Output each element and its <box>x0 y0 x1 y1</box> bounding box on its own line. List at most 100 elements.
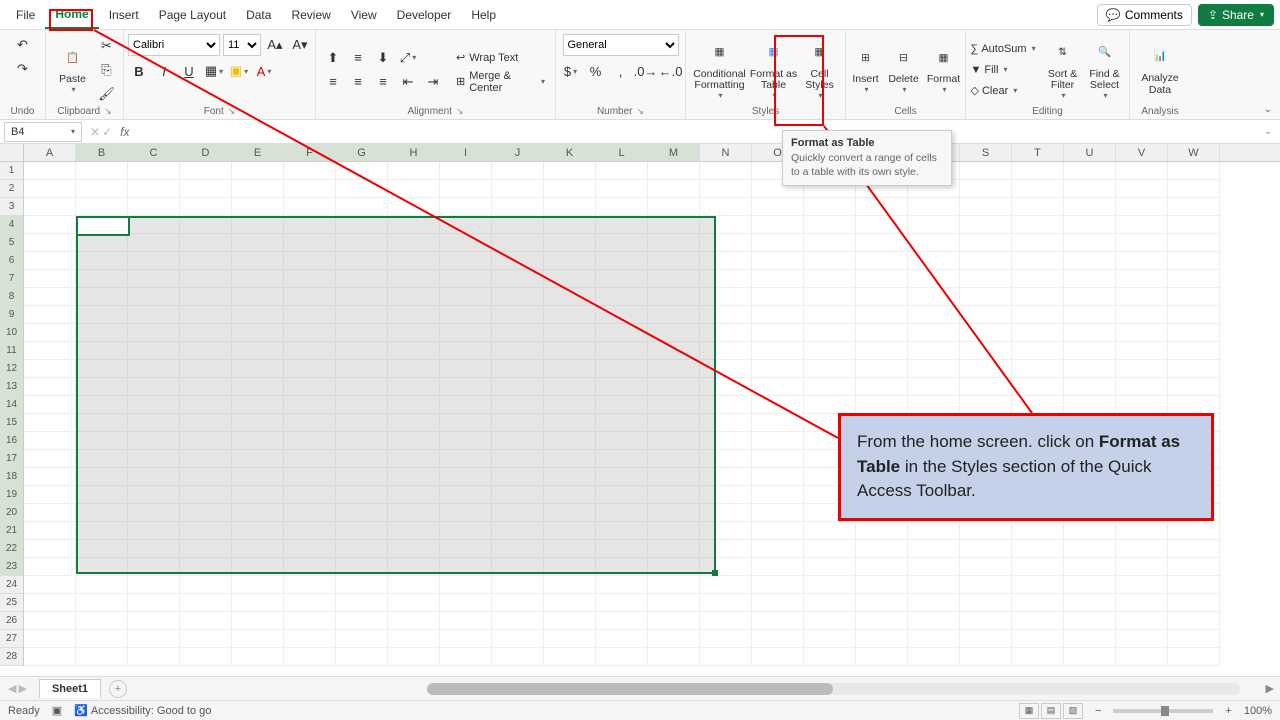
cell[interactable] <box>388 576 440 594</box>
cell[interactable] <box>752 558 804 576</box>
cell[interactable] <box>752 342 804 360</box>
orientation-button[interactable]: ⤢▾ <box>397 47 419 69</box>
cell[interactable] <box>1064 342 1116 360</box>
cell[interactable] <box>1012 270 1064 288</box>
cell[interactable] <box>1168 612 1220 630</box>
currency-button[interactable]: $▾ <box>560 60 582 82</box>
cell[interactable] <box>856 630 908 648</box>
cell[interactable] <box>544 162 596 180</box>
cell[interactable] <box>492 648 544 666</box>
cell[interactable] <box>908 594 960 612</box>
cell[interactable] <box>1116 270 1168 288</box>
cell[interactable] <box>1116 360 1168 378</box>
tab-file[interactable]: File <box>6 2 45 28</box>
normal-view-button[interactable]: ▦ <box>1019 703 1039 719</box>
cell[interactable] <box>1064 558 1116 576</box>
cell[interactable] <box>1012 198 1064 216</box>
column-header[interactable]: E <box>232 144 284 161</box>
cell[interactable] <box>1116 288 1168 306</box>
cell[interactable] <box>1168 198 1220 216</box>
cell[interactable] <box>24 450 76 468</box>
row-header[interactable]: 9 <box>0 306 23 324</box>
cell[interactable] <box>804 522 856 540</box>
zoom-slider[interactable] <box>1113 709 1213 713</box>
cell[interactable] <box>752 594 804 612</box>
cell[interactable] <box>544 612 596 630</box>
cell[interactable] <box>544 594 596 612</box>
cell[interactable] <box>1012 306 1064 324</box>
row-header[interactable]: 23 <box>0 558 23 576</box>
cell[interactable] <box>76 594 128 612</box>
zoom-level[interactable]: 100% <box>1244 705 1272 717</box>
cell[interactable] <box>1116 522 1168 540</box>
column-header[interactable]: B <box>76 144 128 161</box>
cell[interactable] <box>960 612 1012 630</box>
row-header[interactable]: 7 <box>0 270 23 288</box>
cell[interactable] <box>544 198 596 216</box>
cell[interactable] <box>1116 594 1168 612</box>
decrease-font-button[interactable]: A▾ <box>289 34 311 56</box>
column-header[interactable]: A <box>24 144 76 161</box>
dialog-launcher-icon[interactable]: ↘ <box>637 106 645 116</box>
cell[interactable] <box>908 216 960 234</box>
cell[interactable] <box>648 648 700 666</box>
cell[interactable] <box>1012 180 1064 198</box>
cell[interactable] <box>908 522 960 540</box>
cell[interactable] <box>1064 648 1116 666</box>
cell[interactable] <box>648 612 700 630</box>
format-cells-button[interactable]: ▦Format▾ <box>924 37 964 103</box>
cell[interactable] <box>804 198 856 216</box>
row-header[interactable]: 12 <box>0 360 23 378</box>
cell[interactable] <box>76 576 128 594</box>
cell[interactable] <box>804 288 856 306</box>
cell[interactable] <box>1116 558 1168 576</box>
column-header[interactable]: V <box>1116 144 1168 161</box>
zoom-out-button[interactable]: − <box>1095 705 1101 717</box>
cell[interactable] <box>960 342 1012 360</box>
cell[interactable] <box>908 396 960 414</box>
name-box[interactable]: B4 ▾ <box>4 122 82 142</box>
row-header[interactable]: 4 <box>0 216 23 234</box>
cell[interactable] <box>908 342 960 360</box>
cell[interactable] <box>1012 342 1064 360</box>
cell[interactable] <box>180 576 232 594</box>
cell[interactable] <box>440 198 492 216</box>
column-header[interactable]: G <box>336 144 388 161</box>
cell[interactable] <box>492 180 544 198</box>
cell[interactable] <box>24 414 76 432</box>
column-header[interactable]: D <box>180 144 232 161</box>
cell[interactable] <box>180 594 232 612</box>
cell[interactable] <box>1064 378 1116 396</box>
cell[interactable] <box>24 270 76 288</box>
cell[interactable] <box>24 324 76 342</box>
dialog-launcher-icon[interactable]: ↘ <box>104 106 112 116</box>
cell[interactable] <box>752 414 804 432</box>
row-header[interactable]: 24 <box>0 576 23 594</box>
cell[interactable] <box>1012 576 1064 594</box>
cell[interactable] <box>700 612 752 630</box>
column-header[interactable]: C <box>128 144 180 161</box>
cell[interactable] <box>960 198 1012 216</box>
tab-insert[interactable]: Insert <box>99 2 149 28</box>
cell[interactable] <box>128 594 180 612</box>
cell[interactable] <box>1064 396 1116 414</box>
column-header[interactable]: K <box>544 144 596 161</box>
cell[interactable] <box>960 252 1012 270</box>
paste-button[interactable]: 📋 Paste ▾ <box>52 37 94 103</box>
cell[interactable] <box>24 378 76 396</box>
cell[interactable] <box>232 180 284 198</box>
autosum-button[interactable]: ∑AutoSum▾ <box>971 39 1041 59</box>
row-header[interactable]: 16 <box>0 432 23 450</box>
font-color-button[interactable]: A▾ <box>253 60 275 82</box>
delete-cells-button[interactable]: ⊟Delete▾ <box>886 37 922 103</box>
decrease-decimal-button[interactable]: ←.0 <box>660 60 682 82</box>
select-all-button[interactable] <box>0 144 24 161</box>
cell[interactable] <box>752 540 804 558</box>
cell[interactable] <box>856 306 908 324</box>
page-break-view-button[interactable]: ▧ <box>1063 703 1083 719</box>
cell[interactable] <box>856 378 908 396</box>
cell[interactable] <box>1116 216 1168 234</box>
cell[interactable] <box>1116 306 1168 324</box>
cell[interactable] <box>752 396 804 414</box>
cell[interactable] <box>960 270 1012 288</box>
